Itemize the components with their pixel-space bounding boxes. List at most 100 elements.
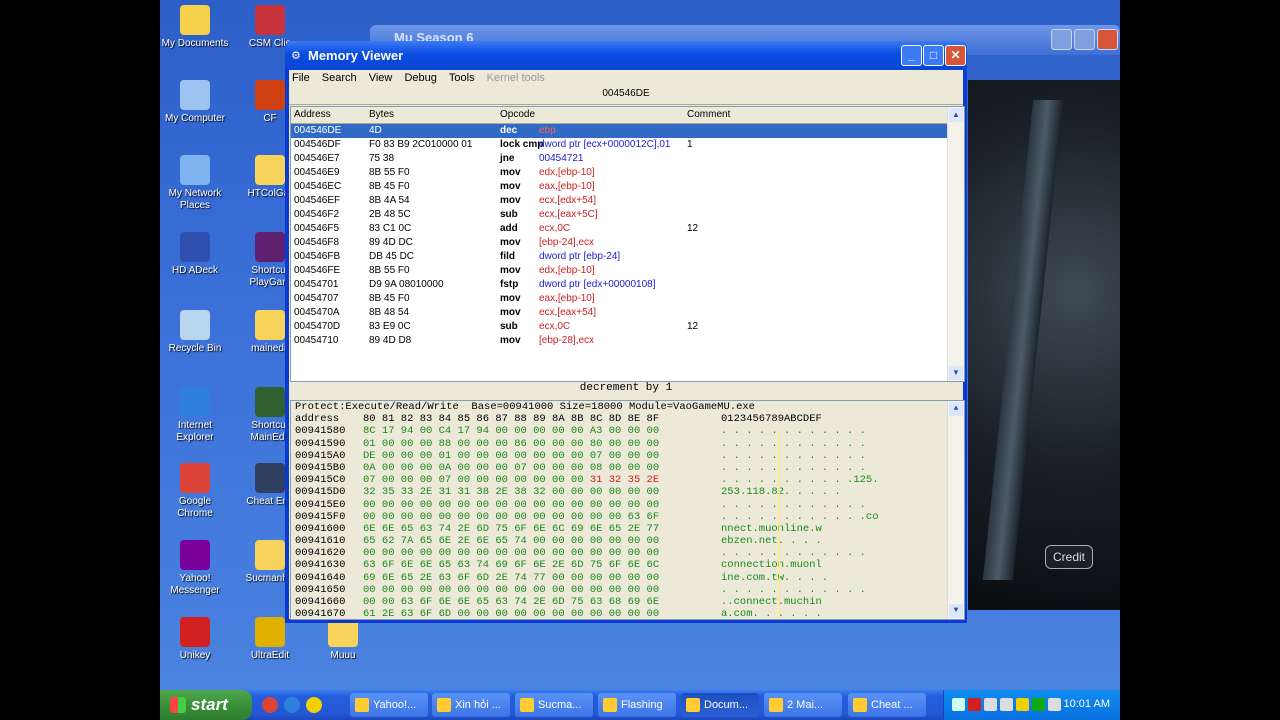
desktop-icon[interactable]: My Computer — [160, 80, 230, 125]
desktop-icon[interactable]: My Documents — [160, 5, 230, 50]
desktop-icon[interactable]: Internet Explorer — [160, 387, 230, 444]
desktop-icon[interactable]: UltraEdit — [235, 617, 305, 662]
desktop-icon[interactable]: Muuu — [308, 617, 378, 662]
desktop-icon[interactable]: Google Chrome — [160, 463, 230, 520]
taskbar-button[interactable]: Flashing — [598, 693, 676, 717]
cf-icon — [255, 80, 285, 110]
menu-search[interactable]: Search — [322, 72, 357, 84]
menu-debug[interactable]: Debug — [404, 72, 436, 84]
yahoo-icon[interactable] — [306, 697, 322, 713]
disasm-args: dword ptr [ecx+0000012C],01 — [539, 139, 671, 150]
hex-row[interactable]: 00941660 00 00 63 6F 6E 6E 65 63 74 2E 6D… — [291, 596, 964, 608]
hex-row[interactable]: 009415F0 00 00 00 00 00 00 00 00 00 00 00… — [291, 511, 964, 523]
credit-button[interactable]: Credit — [1045, 545, 1093, 569]
disasm-row[interactable]: 00454707 8B 45 F0 mov eax,[ebp-10] — [291, 292, 964, 306]
disasm-row[interactable]: 004546E9 8B 55 F0 mov edx,[ebp-10] — [291, 166, 964, 180]
disasm-row[interactable]: 004546F5 83 C1 0C add ecx,0C 12 — [291, 222, 964, 236]
hex-row[interactable]: 009415C0 07 00 00 00 07 00 00 00 00 00 00… — [291, 474, 964, 486]
yahoo-icon[interactable] — [1016, 698, 1029, 711]
disasm-row[interactable]: 004546FB DB 45 DC fild dword ptr [ebp-24] — [291, 250, 964, 264]
desktop-icon[interactable]: My Network Places — [160, 155, 230, 212]
taskbar-button[interactable]: Xin hỏi ... — [432, 693, 510, 717]
hex-row[interactable]: 009415A0 DE 00 00 00 01 00 00 00 00 00 00… — [291, 450, 964, 462]
hex-row[interactable]: 009415E0 00 00 00 00 00 00 00 00 00 00 00… — [291, 499, 964, 511]
menu-file[interactable]: File — [292, 72, 310, 84]
hex-bytes: 07 00 00 00 07 00 00 00 00 00 00 00 31 3… — [363, 474, 660, 487]
hex-address: 00941610 — [295, 535, 346, 548]
desktop-icon[interactable]: Recycle Bin — [160, 310, 230, 355]
tray-icon[interactable] — [984, 698, 997, 711]
disassembler-view[interactable]: Address Bytes Opcode Comment 004546DE 4D d… — [290, 106, 965, 382]
hex-row[interactable]: 00941640 69 6E 65 2E 63 6F 6D 2E 74 77 00… — [291, 572, 964, 584]
disasm-row[interactable]: 004546F2 2B 48 5C sub ecx,[eax+5C] — [291, 208, 964, 222]
scroll-down-icon[interactable]: ▼ — [949, 366, 963, 380]
disasm-row[interactable]: 00454710 89 4D D8 mov [ebp-28],ecx — [291, 334, 964, 348]
unikey-icon[interactable] — [968, 698, 981, 711]
hex-row[interactable]: 00941630 63 6F 6E 6E 65 63 74 69 6F 6E 2E… — [291, 559, 964, 571]
disasm-row[interactable]: 0045470A 8B 48 54 mov ecx,[eax+54] — [291, 306, 964, 320]
disasm-opcode: dec — [500, 125, 518, 136]
hex-row[interactable]: 00941620 00 00 00 00 00 00 00 00 00 00 00… — [291, 547, 964, 559]
disasm-row[interactable]: 004546EC 8B 45 F0 mov eax,[ebp-10] — [291, 180, 964, 194]
taskbar-button[interactable]: Docum... — [681, 693, 759, 717]
col-bytes[interactable]: Bytes — [369, 109, 394, 120]
menu-view[interactable]: View — [369, 72, 393, 84]
speaker-icon[interactable] — [1048, 698, 1061, 711]
minimize-button[interactable]: _ — [901, 45, 922, 66]
desktop-icon[interactable]: Yahoo! Messenger — [160, 540, 230, 597]
taskbar-button[interactable]: Cheat ... — [848, 693, 926, 717]
minimize-icon[interactable] — [1051, 29, 1072, 50]
scroll-up-icon[interactable]: ▲ — [949, 108, 963, 122]
hex-row[interactable]: 009415D0 32 35 33 2E 31 31 38 2E 38 32 00… — [291, 486, 964, 498]
taskbar-button-label: Sucma... — [538, 699, 582, 711]
col-opcode[interactable]: Opcode — [500, 109, 535, 120]
desktop-icon[interactable]: Unikey — [160, 617, 230, 662]
hex-ascii: . . . . . . . . . . . .co — [721, 510, 879, 523]
disasm-row[interactable]: 004546E7 75 38 jne 00454721 — [291, 152, 964, 166]
hex-row[interactable]: 009415B0 0A 00 00 00 0A 00 00 00 07 00 00… — [291, 462, 964, 474]
clock[interactable]: 10:01 AM — [1064, 698, 1110, 710]
col-address[interactable]: Address — [294, 109, 331, 120]
close-icon[interactable] — [1097, 29, 1118, 50]
close-button[interactable]: ✕ — [945, 45, 966, 66]
hex-row[interactable]: 00941590 01 00 00 00 88 00 00 00 86 00 00… — [291, 438, 964, 450]
hex-row[interactable]: 00941600 6E 6E 65 63 74 2E 6D 75 6F 6E 6C… — [291, 523, 964, 535]
hex-row[interactable]: 00941580 8C 17 94 00 C4 17 94 00 00 00 00… — [291, 425, 964, 437]
disasm-row[interactable]: 004546F8 89 4D DC mov [ebp-24],ecx — [291, 236, 964, 250]
disasm-row[interactable]: 0045470D 83 E9 0C sub ecx,0C 12 — [291, 320, 964, 334]
taskbar-button[interactable]: Yahoo!... — [350, 693, 428, 717]
play-icon[interactable] — [1032, 698, 1045, 711]
game-viewport[interactable] — [968, 80, 1120, 610]
hex-ascii: . . . . . . . . . . .125. — [721, 474, 879, 487]
hex-view[interactable]: Protect:Execute/Read/Write Base=00941000… — [290, 400, 965, 620]
ie-icon[interactable] — [284, 697, 300, 713]
title-bar[interactable]: ⚙ Memory Viewer _ □ ✕ — [285, 41, 967, 70]
tray-icon[interactable] — [952, 698, 965, 711]
disasm-row[interactable]: 004546FE 8B 55 F0 mov edx,[ebp-10] — [291, 264, 964, 278]
disasm-row[interactable]: 004546DE 4D dec ebp — [291, 124, 964, 138]
tray-icon[interactable] — [1000, 698, 1013, 711]
hex-scrollbar[interactable]: ▲ ▼ — [947, 401, 964, 619]
disasm-row[interactable]: 00454701 D9 9A 08010000 fstp dword ptr [edx… — [291, 278, 964, 292]
address-bar: 004546DE — [289, 88, 963, 105]
taskbar-button[interactable]: Sucma... — [515, 693, 593, 717]
scroll-down-icon[interactable]: ▼ — [949, 604, 963, 618]
start-button[interactable]: start — [160, 690, 252, 720]
maximize-button[interactable]: □ — [923, 45, 944, 66]
disasm-row[interactable]: 004546DF F0 83 B9 2C010000 01 lock cmp dwor… — [291, 138, 964, 152]
scroll-up-icon[interactable]: ▲ — [949, 402, 963, 416]
disasm-bytes: 8B 48 54 — [369, 307, 410, 318]
hex-row[interactable]: 00941610 65 62 7A 65 6E 2E 6E 65 74 00 00… — [291, 535, 964, 547]
menu-tools[interactable]: Tools — [449, 72, 475, 84]
desktop-icon[interactable]: HD ADeck — [160, 232, 230, 277]
disasm-scrollbar[interactable]: ▲ ▼ — [947, 107, 964, 381]
disasm-address: 004546EC — [294, 181, 342, 192]
col-comment[interactable]: Comment — [687, 109, 730, 120]
maximize-icon[interactable] — [1074, 29, 1095, 50]
hex-bytes: 63 6F 6E 6E 65 63 74 69 6F 6E 2E 6D 75 6… — [363, 559, 660, 572]
disasm-row[interactable]: 004546EF 8B 4A 54 mov ecx,[edx+54] — [291, 194, 964, 208]
chrome-icon[interactable] — [262, 697, 278, 713]
hex-row[interactable]: 00941670 61 2E 63 6F 6D 00 00 00 00 00 00… — [291, 608, 964, 619]
taskbar-button[interactable]: 2 Mai... — [764, 693, 842, 717]
hex-row[interactable]: 00941650 00 00 00 00 00 00 00 00 00 00 00… — [291, 584, 964, 596]
